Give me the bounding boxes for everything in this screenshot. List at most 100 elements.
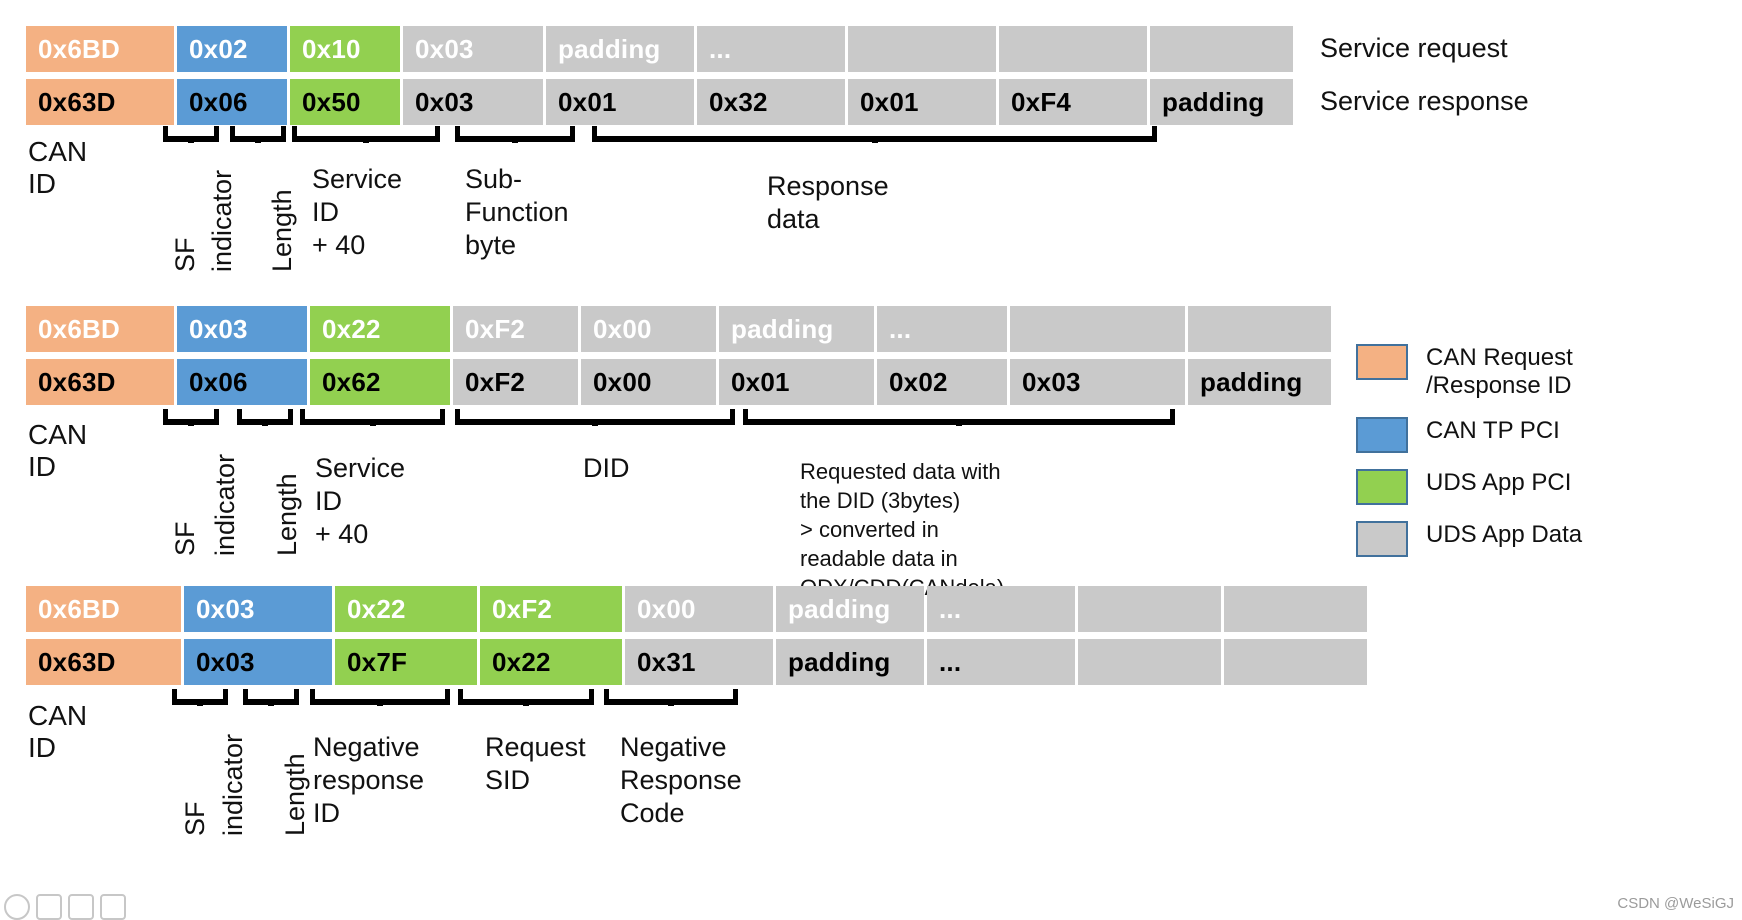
vlabel-length: Length — [267, 189, 297, 272]
circle-icon — [4, 894, 30, 920]
request-cell: padding — [719, 306, 874, 352]
request-cell: padding — [546, 26, 694, 72]
vlabel-sf: SF — [180, 801, 210, 836]
diagram-canvas: 0x6BD 0x02 0x10 0x03 padding... 0x63D 0x06 0x5… — [0, 0, 1742, 920]
bracket-service-id — [300, 409, 445, 426]
vlabel-length: Length — [280, 753, 310, 836]
annotation-did: DID — [583, 453, 630, 483]
legend-swatch-uds-app-pci — [1356, 468, 1408, 505]
response-cell: 0x31 — [625, 639, 773, 685]
response-cell: 0x06 — [177, 79, 287, 125]
square-icon-3 — [100, 894, 126, 920]
vlabel-sf: SF — [170, 237, 200, 272]
request-cell: 0x22 — [335, 586, 477, 632]
response-cell: padding — [1188, 359, 1331, 405]
legend-item: UDS App PCI — [1356, 468, 1736, 505]
response-cell: 0x63D — [26, 79, 174, 125]
response-row: 0x63D 0x03 0x7F 0x22 0x31 padding... — [26, 639, 1367, 685]
response-cell: 0xF4 — [999, 79, 1147, 125]
request-row-caption: Service request — [1320, 33, 1508, 63]
request-row: 0x6BD 0x03 0x22 0xF2 0x00 padding... — [26, 306, 1331, 352]
response-cell: 0x32 — [697, 79, 845, 125]
request-cell — [999, 26, 1147, 72]
corner-icon-group — [4, 894, 126, 920]
bracket-sf-indicator — [163, 409, 219, 426]
bracket-negative-response-code — [604, 689, 738, 706]
vlabel-length: Length — [272, 473, 302, 556]
annotation-response-data: Response data — [767, 171, 889, 234]
response-cell: 0x01 — [719, 359, 874, 405]
request-cell: 0xF2 — [480, 586, 622, 632]
request-cell: 0xF2 — [453, 306, 578, 352]
request-cell: 0x03 — [403, 26, 543, 72]
legend-item: UDS App Data — [1356, 520, 1736, 557]
request-cell: 0x03 — [177, 306, 307, 352]
response-row-caption: Service response — [1320, 86, 1529, 116]
request-cell: ... — [927, 586, 1075, 632]
annotation-requested-data-note: Requested data with the DID (3bytes) > c… — [800, 459, 1004, 600]
response-row: 0x63D 0x06 0x62 0xF2 0x00 0x01 0x02 0x03 padding — [26, 359, 1331, 405]
response-cell: padding — [1150, 79, 1293, 125]
legend-swatch-uds-app-data — [1356, 520, 1408, 557]
request-cell — [1224, 586, 1367, 632]
request-cell: 0x6BD — [26, 586, 181, 632]
watermark: CSDN @WeSiGJ — [1617, 895, 1734, 912]
request-cell: ... — [697, 26, 845, 72]
response-cell: 0x03 — [403, 79, 543, 125]
legend-label: UDS App PCI — [1426, 468, 1572, 496]
annotation-sub-function: Sub- Function byte — [465, 164, 569, 260]
bracket-length — [243, 689, 299, 706]
vlabel-sf-indicator: indicator — [218, 733, 248, 836]
response-cell: 0x03 — [1010, 359, 1185, 405]
response-cell: 0x06 — [177, 359, 307, 405]
request-cell — [1010, 306, 1185, 352]
bracket-requested-data — [743, 409, 1175, 426]
square-icon-2 — [68, 894, 94, 920]
request-cell: 0x22 — [310, 306, 450, 352]
vlabel-sf: SF — [170, 521, 200, 556]
response-cell: 0x01 — [848, 79, 996, 125]
can-id-label: CAN ID — [28, 700, 88, 763]
request-cell — [848, 26, 996, 72]
request-cell: 0x6BD — [26, 26, 174, 72]
request-cell: 0x02 — [177, 26, 287, 72]
response-cell: 0x63D — [26, 359, 174, 405]
annotation-service-id: Service ID + 40 — [315, 453, 406, 549]
request-cell: 0x6BD — [26, 306, 174, 352]
square-icon-1 — [36, 894, 62, 920]
request-cell: padding — [776, 586, 924, 632]
bracket-service-id — [292, 126, 440, 143]
request-row: 0x6BD 0x02 0x10 0x03 padding... — [26, 26, 1293, 72]
legend-label: CAN Request /Response ID — [1426, 344, 1573, 400]
bracket-response-data — [592, 126, 1157, 143]
request-cell — [1078, 586, 1221, 632]
annotation-negative-response-code: Negative Response Code — [620, 732, 742, 828]
annotation-service-id: Service ID + 40 — [312, 164, 403, 260]
bracket-sf-indicator — [163, 126, 219, 143]
annotation-request-sid: Request SID — [485, 732, 586, 795]
bracket-sub-function — [455, 126, 575, 143]
legend-item: CAN TP PCI — [1356, 416, 1736, 453]
can-id-label: CAN ID — [28, 136, 88, 199]
request-row: 0x6BD 0x03 0x22 0xF2 0x00 padding... — [26, 586, 1367, 632]
bracket-length — [230, 126, 286, 143]
response-cell — [1078, 639, 1221, 685]
legend: CAN Request /Response ID CAN TP PCI UDS Ap… — [1356, 344, 1736, 573]
request-cell: 0x00 — [625, 586, 773, 632]
response-cell — [1224, 639, 1367, 685]
response-cell: 0x62 — [310, 359, 450, 405]
response-cell: 0x02 — [877, 359, 1007, 405]
legend-swatch-can-id — [1356, 344, 1408, 380]
request-cell: 0x03 — [184, 586, 332, 632]
response-cell: 0x00 — [581, 359, 716, 405]
bracket-request-sid — [458, 689, 594, 706]
annotation-negative-response-id: Negative response ID — [313, 732, 425, 828]
response-cell: 0x03 — [184, 639, 332, 685]
request-cell — [1150, 26, 1293, 72]
vlabel-sf-indicator: indicator — [210, 453, 240, 556]
response-cell: 0x22 — [480, 639, 622, 685]
legend-label: UDS App Data — [1426, 520, 1583, 548]
bracket-length — [237, 409, 293, 426]
response-cell: 0x01 — [546, 79, 694, 125]
can-id-label: CAN ID — [28, 419, 88, 482]
